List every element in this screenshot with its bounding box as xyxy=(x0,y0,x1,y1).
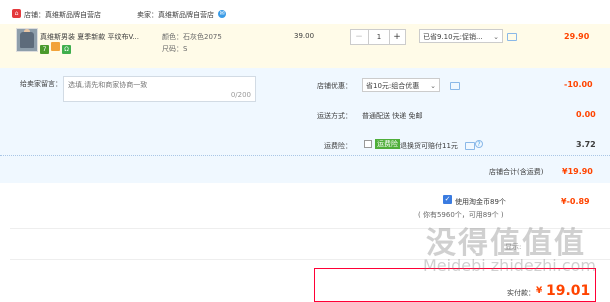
product-title[interactable]: 真维斯男装 夏季新款 平纹布V... xyxy=(40,32,158,42)
shop-total-label: 店铺合计(含运费) xyxy=(489,168,544,176)
item-promo-value: 已省9.10元:促销... xyxy=(423,33,483,41)
watermark-url: Meidebi zhidezhi.com xyxy=(423,256,597,275)
shop-icon: ⌂ xyxy=(12,9,21,18)
promo-info-icon[interactable] xyxy=(507,33,517,41)
insurance-amount: 3.72 xyxy=(576,140,596,149)
chevron-down-icon: ⌄ xyxy=(493,33,499,41)
payment-label: 实付款： xyxy=(507,289,535,297)
insurance-description: 退换货可赔付11元 xyxy=(400,142,458,150)
shop-promo-label: 店铺优惠： xyxy=(317,82,352,90)
use-coins-checkbox[interactable]: ✓ xyxy=(443,195,452,204)
seven-day-return-icon: 7 xyxy=(40,45,49,54)
decrease-button[interactable]: − xyxy=(351,30,367,44)
shop-promo-info-icon[interactable] xyxy=(450,82,460,90)
insurance-checkbox[interactable] xyxy=(364,140,372,148)
increase-button[interactable]: + xyxy=(389,30,405,44)
shop-promo-amount: -10.00 xyxy=(564,80,593,89)
item-subtotal: 29.90 xyxy=(564,32,590,41)
shipping-label: 运送方式： xyxy=(317,112,352,120)
shop-name[interactable]: 店铺：真维斯品牌自营店 xyxy=(24,10,101,20)
quantity-input[interactable]: 1 xyxy=(368,30,390,44)
shop-promo-value: 省10元:组合优惠 xyxy=(366,82,420,90)
insurance-label: 运费险： xyxy=(324,142,352,150)
use-coins-label[interactable]: 使用淘金币89个 xyxy=(455,197,506,207)
product-badges: 7Ω xyxy=(40,42,73,54)
shipping-amount: 0.00 xyxy=(576,110,596,119)
currency-symbol: ¥ xyxy=(536,286,543,296)
shop-promo-select[interactable]: 省10元:组合优惠 ⌄ xyxy=(362,78,440,92)
item-promo-select[interactable]: 已省9.10元:促销... ⌄ xyxy=(419,29,503,43)
order-item-row xyxy=(0,24,610,68)
shipping-method: 普通配送 快递 免邮 xyxy=(362,112,423,120)
chat-seller-icon[interactable]: ✉ xyxy=(218,10,226,18)
coins-discount: ¥-0.89 xyxy=(561,197,590,206)
shop-total-value: ¥19.90 xyxy=(562,167,593,176)
insurance-info-icon[interactable] xyxy=(465,142,475,150)
product-thumbnail[interactable] xyxy=(16,28,38,52)
message-char-count: 0/200 xyxy=(230,91,251,99)
quantity-stepper: − 1 + xyxy=(350,29,406,45)
insurance-tag: 运费险 xyxy=(375,139,400,149)
payment-amount: 19.01 xyxy=(546,283,591,299)
seller-name[interactable]: 卖家：真维斯品牌自营店 xyxy=(137,10,214,20)
product-size: 尺码：S xyxy=(162,45,188,53)
help-icon[interactable]: ? xyxy=(475,140,483,148)
guarantee-icon: Ω xyxy=(62,45,71,54)
unit-price: 39.00 xyxy=(294,32,315,40)
credit-card-icon xyxy=(51,42,60,51)
product-color: 颜色：石灰色2075 xyxy=(162,33,222,41)
chevron-down-icon: ⌄ xyxy=(430,82,436,90)
